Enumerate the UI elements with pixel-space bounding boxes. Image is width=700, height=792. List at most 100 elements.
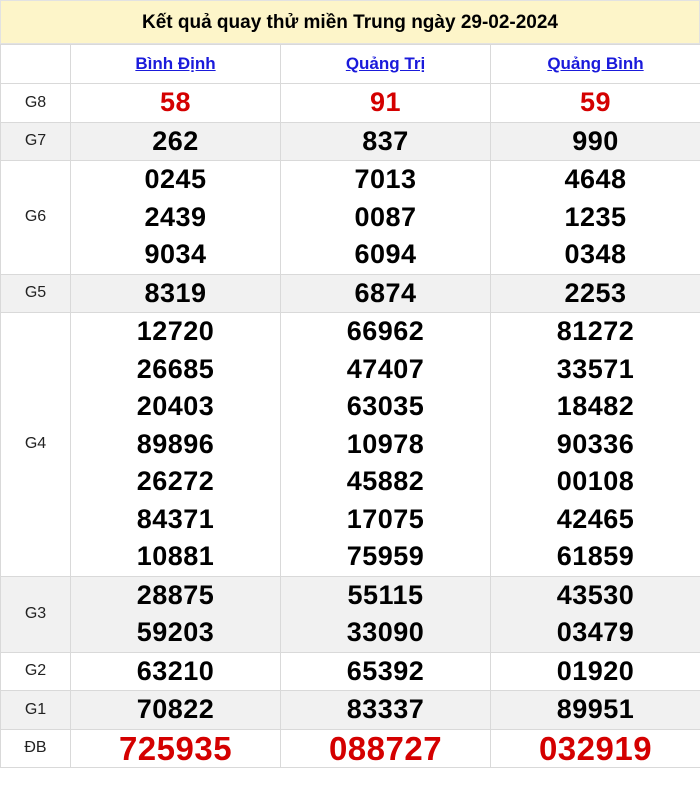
corner-cell	[0, 44, 71, 84]
result-number: 0245	[144, 164, 207, 194]
result-number: 61859	[556, 541, 635, 571]
result-number: 42465	[556, 503, 635, 534]
prize-label: G8	[0, 83, 71, 123]
result-number: 6094	[354, 239, 417, 269]
prize-row-g3: G3 28875 59203 55115 33090 43530 03479	[0, 575, 700, 653]
result-number: 63210	[136, 655, 215, 686]
result-number: 89896	[136, 428, 215, 459]
result-number: 26272	[136, 466, 215, 496]
result-number: 1235	[564, 201, 627, 232]
prize-row-g4: G4 12720 26685 20403 89896 26272 84371 10881 669…	[0, 312, 700, 577]
prize-label: G3	[0, 575, 71, 653]
prize-label: G2	[0, 651, 71, 691]
province-header-quang-tri: Quảng Trị	[280, 44, 491, 84]
results-table: Bình Định Quảng Trị Quảng Bình G8 58 91 59 G…	[0, 44, 700, 768]
result-number: 10978	[346, 428, 425, 459]
prize-row-g8: G8 58 91 59	[0, 83, 700, 123]
prize-label: G6	[0, 160, 71, 275]
prize-row-đb: ĐB 725935 088727 032919	[0, 728, 700, 768]
result-cell: 262	[70, 121, 281, 161]
province-link-quang-tri[interactable]: Quảng Trị	[346, 54, 425, 73]
result-cell: 89951	[490, 690, 700, 730]
result-number: 59	[579, 87, 612, 117]
result-number: 66962	[346, 316, 425, 346]
result-number: 9034	[144, 239, 207, 269]
result-number: 63035	[346, 391, 425, 421]
result-number: 12720	[136, 316, 215, 346]
result-cell: 91	[280, 83, 491, 123]
result-number: 7013	[354, 164, 417, 194]
result-number: 89951	[556, 694, 635, 724]
province-link-binh-dinh[interactable]: Bình Định	[135, 54, 215, 73]
result-cell: 81272 33571 18482 90336 00108 42465 61859	[490, 312, 700, 577]
result-number: 20403	[136, 391, 215, 421]
result-number: 58	[159, 87, 192, 117]
result-cell: 725935	[70, 728, 281, 768]
result-cell: 83337	[280, 690, 491, 730]
result-cell: 12720 26685 20403 89896 26272 84371 10881	[70, 312, 281, 577]
result-number: 00108	[556, 466, 635, 496]
result-number: 55115	[347, 579, 424, 610]
result-number: 75959	[346, 541, 425, 571]
result-number: 45882	[346, 466, 425, 496]
results-body: G8 58 91 59 G7 262 837 990 G6 0245 2439 9034 7013 008…	[0, 83, 700, 768]
result-cell: 58	[70, 83, 281, 123]
result-number: 03479	[556, 617, 635, 647]
result-number: 70822	[136, 694, 215, 724]
result-number: 84371	[136, 503, 215, 534]
result-cell: 70822	[70, 690, 281, 730]
result-cell: 8319	[70, 273, 281, 313]
prize-label: G1	[0, 690, 71, 730]
result-number: 2439	[144, 201, 207, 232]
result-cell: 65392	[280, 651, 491, 691]
header-row: Bình Định Quảng Trị Quảng Bình	[0, 44, 700, 84]
prize-label: G4	[0, 312, 71, 577]
prize-row-g2: G2 63210 65392 01920	[0, 651, 700, 691]
result-number: 8319	[144, 277, 207, 308]
result-cell: 63210	[70, 651, 281, 691]
result-cell: 837	[280, 121, 491, 161]
result-cell: 43530 03479	[490, 575, 700, 653]
result-cell: 088727	[280, 728, 491, 768]
result-number: 032919	[538, 729, 653, 767]
result-number: 2253	[564, 277, 627, 308]
result-number: 33090	[346, 617, 425, 647]
province-header-quang-binh: Quảng Bình	[490, 44, 700, 84]
result-number: 837	[362, 125, 409, 156]
result-number: 26685	[136, 353, 215, 384]
result-cell: 01920	[490, 651, 700, 691]
result-cell: 0245 2439 9034	[70, 160, 281, 275]
result-number: 81272	[556, 316, 635, 346]
result-number: 725935	[118, 729, 233, 767]
result-number: 990	[572, 125, 619, 156]
prize-row-g6: G6 0245 2439 9034 7013 0087 6094 4648 1235 0348	[0, 160, 700, 275]
prize-row-g5: G5 8319 6874 2253	[0, 273, 700, 313]
result-number: 0087	[354, 201, 417, 232]
result-number: 43530	[556, 579, 635, 610]
result-number: 65392	[346, 655, 425, 686]
result-number: 0348	[564, 239, 627, 269]
result-cell: 66962 47407 63035 10978 45882 17075 75959	[280, 312, 491, 577]
prize-label: ĐB	[0, 728, 71, 768]
result-number: 90336	[556, 428, 635, 459]
result-cell: 2253	[490, 273, 700, 313]
result-number: 6874	[354, 277, 417, 308]
result-cell: 032919	[490, 728, 700, 768]
prize-row-g1: G1 70822 83337 89951	[0, 690, 700, 730]
result-number: 17075	[346, 503, 425, 534]
result-cell: 4648 1235 0348	[490, 160, 700, 275]
province-header-binh-dinh: Bình Định	[70, 44, 281, 84]
result-number: 83337	[346, 694, 425, 724]
province-link-quang-binh[interactable]: Quảng Bình	[547, 54, 643, 73]
result-number: 28875	[136, 579, 215, 610]
result-cell: 28875 59203	[70, 575, 281, 653]
result-cell: 6874	[280, 273, 491, 313]
result-number: 33571	[556, 353, 635, 384]
result-number: 4648	[564, 164, 627, 194]
result-number: 088727	[328, 729, 443, 767]
prize-row-g7: G7 262 837 990	[0, 121, 700, 161]
result-number: 01920	[556, 655, 635, 686]
result-number: 59203	[136, 617, 215, 647]
result-number: 10881	[136, 541, 215, 571]
prize-label: G5	[0, 273, 71, 313]
